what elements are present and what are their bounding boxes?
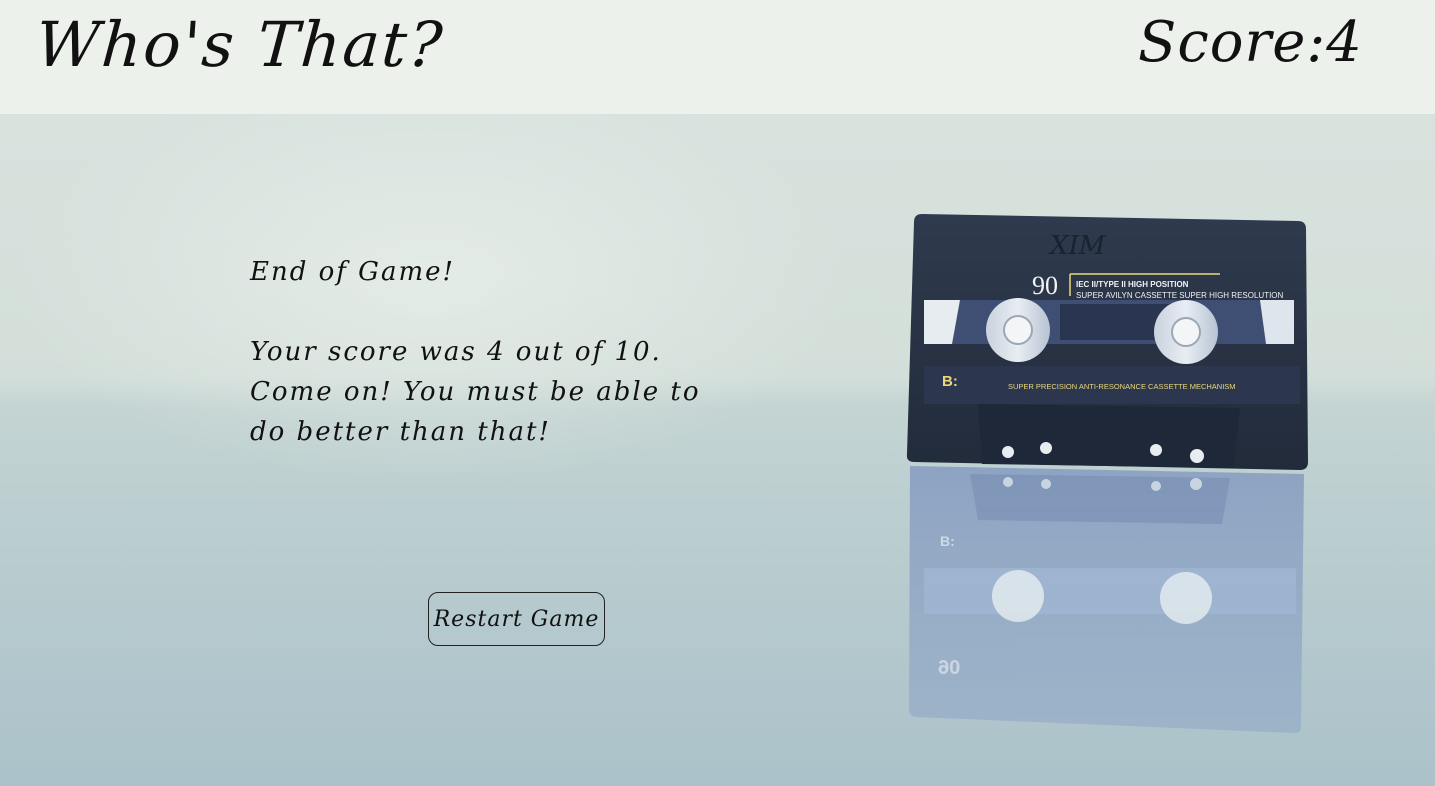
cassette-reflection: B: 90 — [909, 466, 1304, 734]
svg-text:90: 90 — [938, 655, 960, 677]
svg-text:B:: B: — [940, 533, 955, 549]
cassette-brand-line: SUPER AVILYN CASSETTE SUPER HIGH RESOLUT… — [1076, 291, 1284, 300]
restart-game-button[interactable]: Restart Game — [428, 592, 605, 646]
end-of-game-message: End of Game! Your score was 4 out of 10.… — [250, 252, 730, 452]
cassette-tape: B: 90 XIM 90 IEC II/TYPE II HIGH POSITIO… — [906, 214, 1308, 734]
cassette-number: 90 — [1032, 271, 1058, 300]
cassette-handwriting: XIM — [1048, 231, 1107, 261]
result-text: Your score was 4 out of 10. Come on! You… — [250, 337, 701, 447]
cassette-shell — [906, 214, 1308, 470]
score-display: Score:4 — [1138, 10, 1363, 75]
app-title: Who's That? — [33, 8, 447, 81]
cassette-image: B: 90 XIM 90 IEC II/TYPE II HIGH POSITIO… — [900, 212, 1320, 742]
cassette-mechanism: SUPER PRECISION ANTI-RESONANCE CASSETTE … — [1008, 382, 1236, 391]
top-bar: Who's That? Score:4 — [0, 0, 1435, 114]
cassette-type-line: IEC II/TYPE II HIGH POSITION — [1076, 280, 1189, 289]
result-heading: End of Game! — [250, 257, 455, 287]
cassette-side: B: — [942, 373, 958, 390]
score-value: 4 — [1326, 10, 1363, 75]
score-label: Score: — [1138, 10, 1327, 75]
